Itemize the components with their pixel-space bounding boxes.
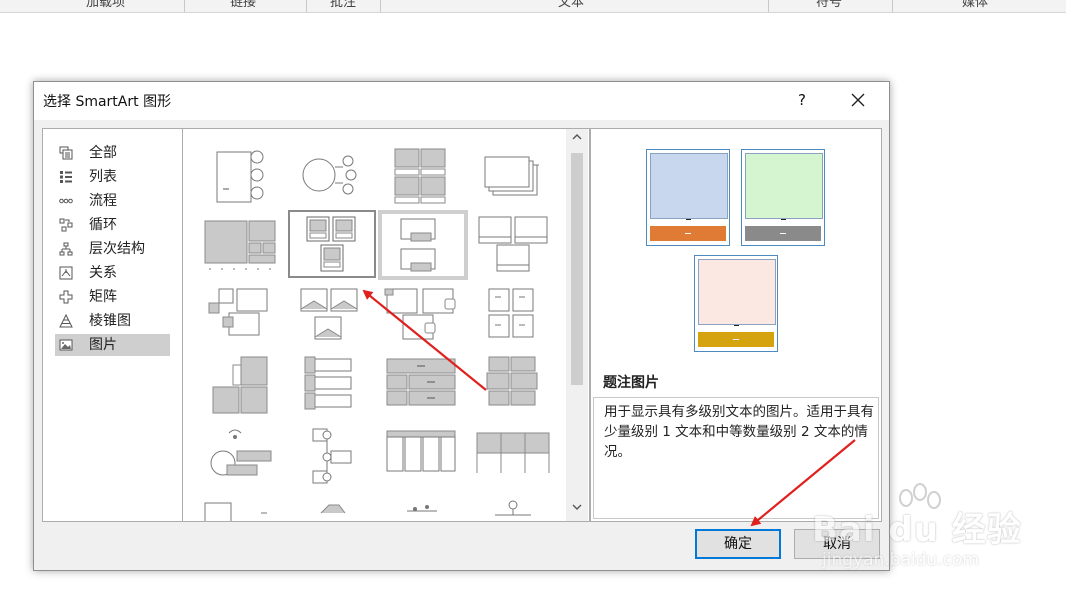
layout-thumbnail[interactable] <box>199 495 285 522</box>
preview-panel: 题注图片 用于显示具有多级别文本的图片。适用于具有少量级别 1 文本和中等数量级… <box>590 128 882 522</box>
layout-title: 题注图片 <box>603 375 659 391</box>
matrix-icon <box>59 290 73 304</box>
preview-caption-mark <box>686 219 691 220</box>
category-item-matrix[interactable]: 矩阵 <box>55 286 170 308</box>
help-button[interactable]: ? <box>790 88 814 112</box>
category-label: 全部 <box>89 145 117 161</box>
baidu-watermark: Bai du 经验 jingyan.baidu.com <box>812 480 1062 580</box>
preview-caption-mark <box>781 219 786 220</box>
ribbon-divider <box>184 0 185 12</box>
ribbon-divider <box>768 0 769 12</box>
layout-gallery <box>182 128 590 522</box>
preview-caption-bar <box>650 226 726 241</box>
category-list: 全部 列表 流程 循环 层次结构 关系 矩阵 棱锥图 图片 <box>42 128 184 522</box>
layout-thumbnail[interactable] <box>291 283 377 349</box>
gallery-scrollbar[interactable] <box>566 129 588 521</box>
preview-picture <box>698 259 776 325</box>
scroll-down-arrow-icon[interactable] <box>569 501 585 517</box>
category-label: 层次结构 <box>89 241 145 257</box>
layout-thumbnail[interactable] <box>291 143 377 209</box>
cycle-icon <box>59 218 73 232</box>
watermark-url: jingyan.baidu.com <box>822 550 979 570</box>
layout-thumbnail[interactable] <box>291 423 377 489</box>
preview-picture-card <box>646 149 730 246</box>
pyramid-icon <box>59 314 73 328</box>
process-icon <box>59 198 73 204</box>
layout-thumbnail[interactable] <box>475 143 561 209</box>
layout-thumbnail[interactable] <box>199 143 285 209</box>
layout-thumbnail[interactable] <box>475 495 561 522</box>
picture-icon <box>59 339 73 351</box>
ribbon-group-comments[interactable]: 批注 <box>330 0 356 10</box>
dialog-titlebar[interactable]: 选择 SmartArt 图形 ? <box>34 82 889 120</box>
layout-description: 用于显示具有多级别文本的图片。适用于具有少量级别 1 文本和中等数量级别 2 文… <box>604 404 874 460</box>
layout-thumbnail[interactable] <box>291 351 377 417</box>
layout-thumbnail[interactable] <box>383 283 469 349</box>
category-item-relationship[interactable]: 关系 <box>55 262 170 284</box>
category-item-cycle[interactable]: 循环 <box>55 214 170 236</box>
ribbon-divider <box>892 0 893 12</box>
relationship-icon <box>59 266 73 280</box>
preview-picture <box>650 153 728 219</box>
ribbon-strip: 加载项 链接 批注 文本 符号 媒体 <box>0 0 1066 13</box>
category-label: 图片 <box>89 337 117 353</box>
smartart-dialog: 选择 SmartArt 图形 ? 全部 列表 流程 循环 层次结构 关系 矩阵 … <box>33 81 890 571</box>
close-icon <box>851 93 865 107</box>
ribbon-group-symbols[interactable]: 符号 <box>816 0 842 10</box>
category-label: 棱锥图 <box>89 313 131 329</box>
layout-thumbnail-selected[interactable] <box>288 210 376 278</box>
all-icon <box>59 146 73 160</box>
layout-thumbnail[interactable] <box>378 210 468 280</box>
layout-thumbnail[interactable] <box>199 423 285 489</box>
scroll-thumb[interactable] <box>571 153 583 385</box>
layout-thumbnail[interactable] <box>199 351 285 417</box>
layout-thumbnail[interactable] <box>383 423 469 489</box>
category-item-picture[interactable]: 图片 <box>55 334 170 356</box>
category-label: 矩阵 <box>89 289 117 305</box>
category-item-pyramid[interactable]: 棱锥图 <box>55 310 170 332</box>
ok-button[interactable]: 确定 <box>695 529 781 559</box>
layout-thumbnail[interactable] <box>199 283 285 349</box>
preview-caption-mark <box>734 325 739 326</box>
scroll-up-arrow-icon[interactable] <box>569 131 585 147</box>
preview-picture <box>745 153 823 219</box>
layout-thumbnail[interactable] <box>475 283 561 349</box>
ribbon-group-addins[interactable]: 加载项 <box>86 0 125 10</box>
watermark-brand: Bai du 经验 <box>812 510 1022 550</box>
layout-thumbnail[interactable] <box>475 211 561 277</box>
layout-thumbnail[interactable] <box>383 143 469 209</box>
close-button[interactable] <box>844 88 872 112</box>
ribbon-group-media[interactable]: 媒体 <box>962 0 988 10</box>
ribbon-divider <box>306 0 307 12</box>
layout-thumbnail[interactable] <box>383 351 469 417</box>
layout-thumbnail[interactable] <box>475 423 561 489</box>
layout-thumbnail[interactable] <box>291 495 377 522</box>
ribbon-group-text[interactable]: 文本 <box>558 0 584 10</box>
preview-caption-bar <box>698 332 774 347</box>
preview-picture-card <box>694 255 778 352</box>
layout-thumbnail[interactable] <box>199 211 285 277</box>
list-icon <box>60 171 72 183</box>
preview-caption-bar <box>745 226 821 241</box>
layout-thumbnail[interactable] <box>475 351 561 417</box>
category-label: 流程 <box>89 193 117 209</box>
category-item-all[interactable]: 全部 <box>55 142 170 164</box>
layout-thumbnail[interactable] <box>383 495 469 522</box>
hierarchy-icon <box>59 242 73 256</box>
category-item-list[interactable]: 列表 <box>55 166 170 188</box>
category-label: 列表 <box>89 169 117 185</box>
preview-picture-card <box>741 149 825 246</box>
category-item-hierarchy[interactable]: 层次结构 <box>55 238 170 260</box>
dialog-title: 选择 SmartArt 图形 <box>43 94 172 110</box>
ribbon-divider <box>380 0 381 12</box>
category-label: 关系 <box>89 265 117 281</box>
ribbon-group-links[interactable]: 链接 <box>230 0 256 10</box>
category-label: 循环 <box>89 217 117 233</box>
category-item-process[interactable]: 流程 <box>55 190 170 212</box>
